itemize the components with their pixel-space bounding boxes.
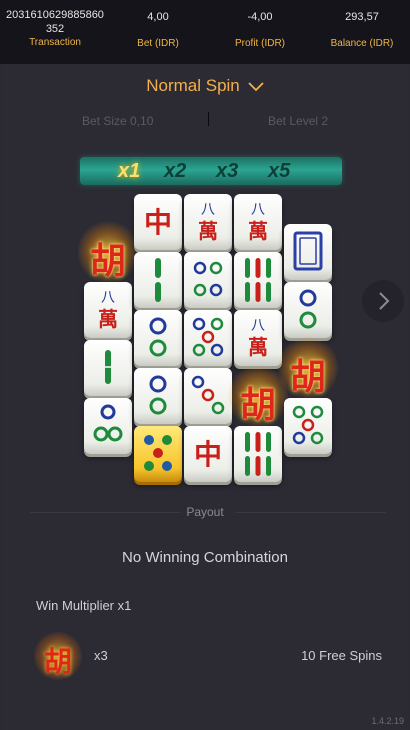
- multiplier-x2: x2: [164, 160, 187, 182]
- tile-8-wan: 八萬: [234, 310, 282, 366]
- profit-stat: -4,00 Profit (IDR): [220, 10, 300, 51]
- tile-8-wan: 八萬: [84, 282, 132, 338]
- tile-5-dots: [284, 398, 332, 454]
- tile-6-bamboo: [234, 426, 282, 482]
- tile-6-bamboo: [234, 252, 282, 308]
- multiplier-x5: x5: [268, 160, 291, 182]
- payout-result: No Winning Combination: [122, 549, 288, 566]
- wild-hu-symbol: 胡: [78, 220, 138, 284]
- tile-4-dots: [184, 252, 232, 308]
- chevron-right-icon: [379, 292, 390, 310]
- tile-8-wan: 八萬: [234, 194, 282, 250]
- free-spins-award: 10 Free Spins: [301, 648, 382, 663]
- bet-divider: [208, 112, 209, 126]
- transaction-id: 2031610629885860352: [6, 9, 104, 35]
- transaction-label: Transaction: [29, 37, 81, 48]
- multiplier-x3: x3: [216, 160, 239, 182]
- balance-label: Balance (IDR): [330, 38, 394, 49]
- tile-white-dragon: [284, 224, 332, 280]
- svg-text:萬: 萬: [98, 307, 118, 331]
- tile-3-dots: [184, 368, 232, 424]
- tile-gold-5-dots: [134, 426, 182, 482]
- wild-hu-symbol: 胡: [278, 336, 338, 400]
- bet-stat: 4,00 Bet (IDR): [118, 10, 198, 51]
- profit-value: -4,00: [247, 11, 273, 23]
- spin-mode-dropdown[interactable]: Normal Spin: [0, 76, 410, 96]
- stats-bar: 2031610629885860352 Transaction 4,00 Bet…: [0, 0, 410, 64]
- tile-2-bamboo: [134, 252, 182, 308]
- spin-mode-label: Normal Spin: [146, 76, 240, 95]
- scatter-hu-icon: 胡: [34, 632, 82, 680]
- multiplier-x1: x1: [118, 160, 141, 182]
- svg-text:萬: 萬: [248, 335, 268, 359]
- svg-text:中: 中: [194, 438, 222, 471]
- balance-value: 293,57: [345, 11, 379, 23]
- version-label: 1.4.2.19: [371, 716, 404, 726]
- transaction-stat: 2031610629885860352 Transaction: [6, 8, 104, 50]
- win-multiplier: Win Multiplier x1: [36, 598, 132, 613]
- bet-value: 4,00: [147, 11, 169, 23]
- next-arrow-button[interactable]: [362, 280, 404, 322]
- svg-text:八: 八: [251, 202, 265, 218]
- bet-level: Bet Level 2: [268, 114, 329, 128]
- svg-text:八: 八: [101, 290, 115, 306]
- svg-text:中: 中: [144, 206, 172, 239]
- wild-hu-symbol: 胡: [228, 364, 288, 428]
- tile-red-dragon: 中: [134, 194, 182, 250]
- tile-3-dots: [84, 398, 132, 454]
- scatter-count: x3: [94, 648, 108, 663]
- profit-label: Profit (IDR): [235, 38, 285, 49]
- bet-size: Bet Size 0,10: [82, 114, 154, 128]
- svg-text:八: 八: [251, 318, 265, 334]
- tile-2-dots: [284, 282, 332, 338]
- chevron-down-icon: [248, 81, 264, 91]
- bet-label: Bet (IDR): [137, 38, 179, 49]
- balance-stat: 293,57 Balance (IDR): [322, 10, 402, 51]
- svg-text:萬: 萬: [248, 219, 268, 243]
- tile-red-dragon: 中: [184, 426, 232, 482]
- svg-text:萬: 萬: [198, 219, 218, 243]
- tile-1-bamboo: [84, 340, 132, 396]
- tile-2-dots: [134, 310, 182, 366]
- svg-text:八: 八: [201, 202, 215, 218]
- tile-2-dots: [134, 368, 182, 424]
- payout-heading: Payout: [186, 505, 224, 519]
- tile-8-wan: 八萬: [184, 194, 232, 250]
- tile-5-dots: [184, 310, 232, 366]
